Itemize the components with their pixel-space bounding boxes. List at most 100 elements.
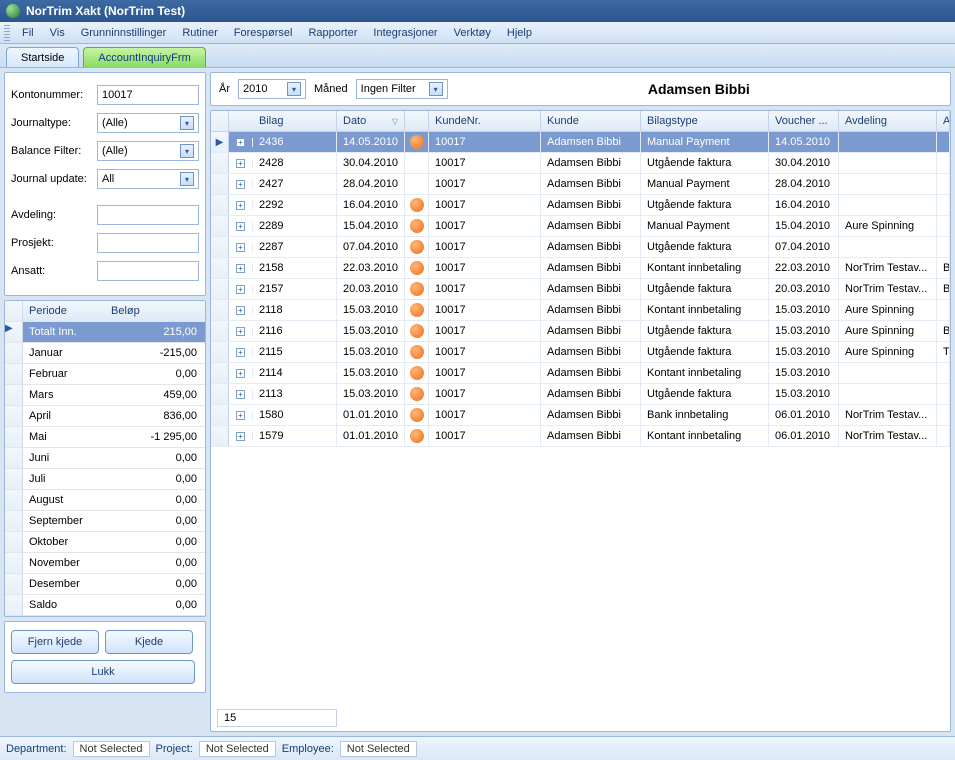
status-project-value[interactable]: Not Selected: [199, 741, 276, 757]
attachment-icon[interactable]: [410, 219, 424, 233]
menu-fil[interactable]: Fil: [14, 27, 42, 39]
expand-icon[interactable]: +: [236, 180, 245, 189]
menu-rutiner[interactable]: Rutiner: [174, 27, 225, 39]
maned-select[interactable]: Ingen Filter▾: [356, 79, 448, 99]
expand-icon[interactable]: +: [236, 432, 245, 441]
col-dato[interactable]: Dato▽: [337, 111, 405, 131]
expand-icon[interactable]: +: [236, 369, 245, 378]
attachment-icon[interactable]: [410, 366, 424, 380]
grid-row[interactable]: +211315.03.201010017Adamsen BibbiUtgåend…: [211, 384, 950, 405]
grid-row[interactable]: +242830.04.201010017Adamsen BibbiUtgåend…: [211, 153, 950, 174]
expand-icon[interactable]: +: [236, 201, 245, 210]
expand-icon[interactable]: +: [236, 159, 245, 168]
expand-icon[interactable]: +: [236, 327, 245, 336]
journal-update-select[interactable]: All▾: [97, 169, 199, 189]
period-row[interactable]: November0,00: [5, 553, 205, 574]
status-employee-value[interactable]: Not Selected: [340, 741, 417, 757]
lukk-button[interactable]: Lukk: [11, 660, 195, 684]
attachment-icon[interactable]: [410, 282, 424, 296]
chevron-down-icon[interactable]: ▾: [180, 116, 194, 130]
kjede-button[interactable]: Kjede: [105, 630, 193, 654]
period-row[interactable]: September0,00: [5, 511, 205, 532]
expand-icon[interactable]: +: [236, 222, 245, 231]
grid-row[interactable]: +228707.04.201010017Adamsen BibbiUtgåend…: [211, 237, 950, 258]
prosjekt-input[interactable]: [97, 233, 199, 253]
menu-forespørsel[interactable]: Forespørsel: [226, 27, 301, 39]
period-row[interactable]: ▶Totalt Inn.215,00: [5, 322, 205, 343]
grid-row[interactable]: +211515.03.201010017Adamsen BibbiUtgåend…: [211, 342, 950, 363]
col-bilagstype[interactable]: Bilagstype: [641, 111, 769, 131]
expand-icon[interactable]: +: [236, 243, 245, 252]
ansatt-input[interactable]: [97, 261, 199, 281]
grid-row[interactable]: +158001.01.201010017Adamsen BibbiBank in…: [211, 405, 950, 426]
period-row[interactable]: August0,00: [5, 490, 205, 511]
attachment-icon[interactable]: [410, 345, 424, 359]
menu-vis[interactable]: Vis: [42, 27, 73, 39]
period-row[interactable]: Mars459,00: [5, 385, 205, 406]
period-row[interactable]: Saldo0,00: [5, 595, 205, 616]
attachment-icon[interactable]: [410, 429, 424, 443]
period-row[interactable]: Februar0,00: [5, 364, 205, 385]
grid-row[interactable]: +242728.04.201010017Adamsen BibbiManual …: [211, 174, 950, 195]
period-row[interactable]: Oktober0,00: [5, 532, 205, 553]
grid-row[interactable]: +157901.01.201010017Adamsen BibbiKontant…: [211, 426, 950, 447]
menu-hjelp[interactable]: Hjelp: [499, 27, 540, 39]
journal-update-label: Journal update:: [11, 173, 97, 185]
menu-rapporter[interactable]: Rapporter: [300, 27, 365, 39]
period-row[interactable]: Juni0,00: [5, 448, 205, 469]
menu-integrasjoner[interactable]: Integrasjoner: [365, 27, 445, 39]
period-header-belop[interactable]: Beløp: [103, 305, 205, 317]
chevron-down-icon[interactable]: ▾: [287, 82, 301, 96]
attachment-icon[interactable]: [410, 408, 424, 422]
attachment-icon[interactable]: [410, 324, 424, 338]
attachment-icon[interactable]: [410, 261, 424, 275]
expand-icon[interactable]: +: [236, 411, 245, 420]
period-header-periode[interactable]: Periode: [23, 305, 103, 317]
ar-select[interactable]: 2010▾: [238, 79, 306, 99]
expand-icon[interactable]: +: [236, 348, 245, 357]
col-attachments[interactable]: [405, 111, 429, 131]
menu-grunninnstillinger[interactable]: Grunninnstillinger: [73, 27, 175, 39]
expand-icon[interactable]: +: [236, 138, 245, 147]
chevron-down-icon[interactable]: ▾: [180, 144, 194, 158]
grid-row[interactable]: +211415.03.201010017Adamsen BibbiKontant…: [211, 363, 950, 384]
grid-row[interactable]: +228915.04.201010017Adamsen BibbiManual …: [211, 216, 950, 237]
col-avdeling[interactable]: Avdeling: [839, 111, 937, 131]
expand-icon[interactable]: +: [236, 264, 245, 273]
period-row[interactable]: Desember0,00: [5, 574, 205, 595]
expand-icon[interactable]: +: [236, 390, 245, 399]
tab-account-inquiry[interactable]: AccountInquiryFrm: [83, 47, 205, 67]
col-kundenr[interactable]: KundeNr.: [429, 111, 541, 131]
tab-startside[interactable]: Startside: [6, 47, 79, 67]
grid-row[interactable]: +229216.04.201010017Adamsen BibbiUtgåend…: [211, 195, 950, 216]
col-voucher[interactable]: Voucher ...: [769, 111, 839, 131]
expand-icon[interactable]: +: [236, 306, 245, 315]
fjern-kjede-button[interactable]: Fjern kjede: [11, 630, 99, 654]
grid-row[interactable]: +211615.03.201010017Adamsen BibbiUtgåend…: [211, 321, 950, 342]
period-row[interactable]: April836,00: [5, 406, 205, 427]
col-kunde[interactable]: Kunde: [541, 111, 641, 131]
col-bilag[interactable]: Bilag: [253, 111, 337, 131]
col-ans[interactable]: Ans: [937, 111, 950, 131]
expand-icon[interactable]: +: [236, 285, 245, 294]
chevron-down-icon[interactable]: ▾: [429, 82, 443, 96]
grid-row[interactable]: +215720.03.201010017Adamsen BibbiUtgåend…: [211, 279, 950, 300]
kontonummer-input[interactable]: 10017: [97, 85, 199, 105]
grid-row[interactable]: +211815.03.201010017Adamsen BibbiKontant…: [211, 300, 950, 321]
avdeling-input[interactable]: [97, 205, 199, 225]
status-department-value[interactable]: Not Selected: [73, 741, 150, 757]
period-row[interactable]: Juli0,00: [5, 469, 205, 490]
journaltype-select[interactable]: (Alle)▾: [97, 113, 199, 133]
balance-filter-select[interactable]: (Alle)▾: [97, 141, 199, 161]
grid-row[interactable]: +215822.03.201010017Adamsen BibbiKontant…: [211, 258, 950, 279]
grid-row[interactable]: ▶+243614.05.201010017Adamsen BibbiManual…: [211, 132, 950, 153]
period-row[interactable]: Januar-215,00: [5, 343, 205, 364]
chevron-down-icon[interactable]: ▾: [180, 172, 194, 186]
menu-verktøy[interactable]: Verktøy: [446, 27, 499, 39]
attachment-icon[interactable]: [410, 198, 424, 212]
period-row[interactable]: Mai-1 295,00: [5, 427, 205, 448]
attachment-icon[interactable]: [410, 303, 424, 317]
attachment-icon[interactable]: [410, 240, 424, 254]
attachment-icon[interactable]: [410, 135, 424, 149]
attachment-icon[interactable]: [410, 387, 424, 401]
